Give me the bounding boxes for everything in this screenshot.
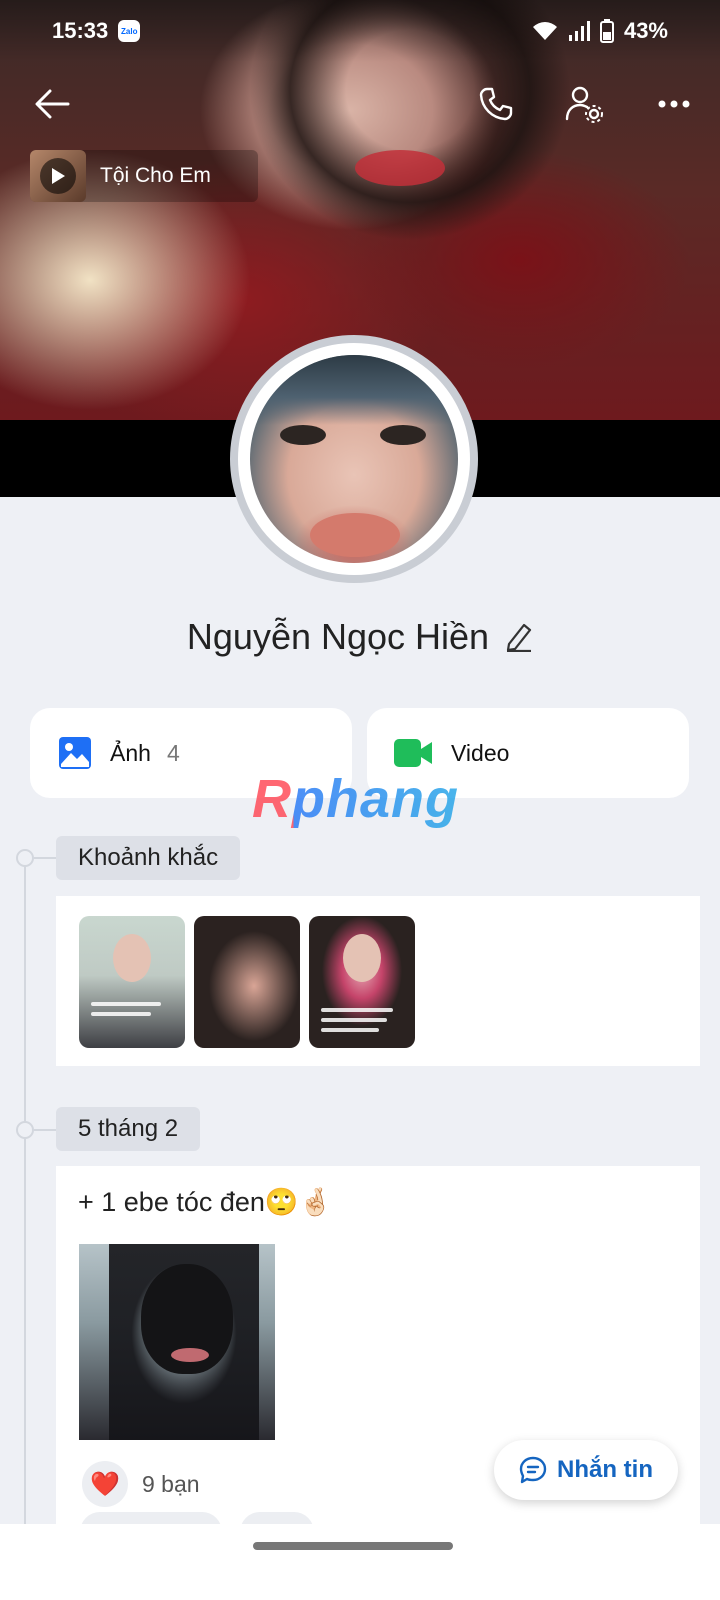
- moment-thumbnail[interactable]: [309, 916, 415, 1048]
- more-options-button[interactable]: [646, 76, 702, 132]
- moment-thumbnail[interactable]: [194, 916, 300, 1048]
- home-indicator[interactable]: [253, 1542, 453, 1550]
- moments-card: [56, 896, 700, 1066]
- call-button[interactable]: [468, 76, 524, 132]
- arrow-left-icon: [35, 89, 70, 119]
- play-icon[interactable]: [40, 158, 76, 194]
- photos-count: 4: [166, 739, 180, 766]
- reaction-count: 9 bạn: [142, 1470, 200, 1497]
- edit-pencil-icon[interactable]: [505, 622, 533, 652]
- chat-bubble-icon: [519, 1456, 547, 1484]
- timeline-node: [16, 849, 34, 867]
- phone-icon: [479, 87, 513, 121]
- music-thumbnail: [30, 150, 86, 202]
- wifi-icon: [532, 22, 557, 40]
- profile-settings-button[interactable]: [556, 76, 612, 132]
- system-navigation-bar: [0, 1524, 720, 1600]
- timeline-node: [16, 1121, 34, 1139]
- top-navigation: [0, 76, 720, 132]
- post-date-label: 5 tháng 2: [56, 1107, 201, 1151]
- moments-section-label: Khoảnh khắc: [56, 836, 241, 880]
- signal-icon: [568, 21, 590, 41]
- heart-icon[interactable]: ❤️: [82, 1461, 128, 1507]
- music-title: Tội Cho Em: [100, 164, 211, 187]
- photo-gallery-icon: [59, 737, 91, 769]
- message-button-label: Nhắn tin: [557, 1456, 653, 1483]
- avatar-ring[interactable]: [230, 335, 478, 583]
- battery-level: 43%: [623, 18, 668, 43]
- back-button[interactable]: [24, 76, 80, 132]
- message-button[interactable]: Nhắn tin: [494, 1440, 678, 1500]
- more-dots-icon: [658, 100, 690, 108]
- post-image[interactable]: [79, 1244, 275, 1440]
- status-time: 15:33: [52, 18, 109, 43]
- avatar[interactable]: [250, 355, 458, 563]
- moment-thumbnail[interactable]: [79, 916, 185, 1048]
- profile-music-chip[interactable]: Tội Cho Em: [30, 150, 258, 202]
- zalo-notification-icon: Zalo: [118, 20, 141, 42]
- user-settings-icon: [565, 86, 603, 123]
- profile-name-row: Nguyễn Ngọc Hiền: [0, 612, 720, 662]
- video-camera-icon: [394, 739, 432, 767]
- photos-label: Ảnh: [110, 739, 151, 766]
- timeline-line: [24, 858, 26, 1600]
- timeline-connector: [34, 857, 56, 859]
- video-label: Video: [451, 739, 510, 766]
- watermark-logo: Rphang: [252, 769, 459, 829]
- timeline-connector: [34, 1129, 56, 1131]
- profile-name: Nguyễn Ngọc Hiền: [186, 616, 490, 657]
- post-text: + 1 ebe tóc đen🙄🤞🏻: [78, 1187, 333, 1217]
- battery-icon: [599, 19, 614, 43]
- reaction-row[interactable]: ❤️ 9 bạn: [82, 1461, 200, 1507]
- status-bar: 15:33 Zalo 43%: [0, 0, 720, 62]
